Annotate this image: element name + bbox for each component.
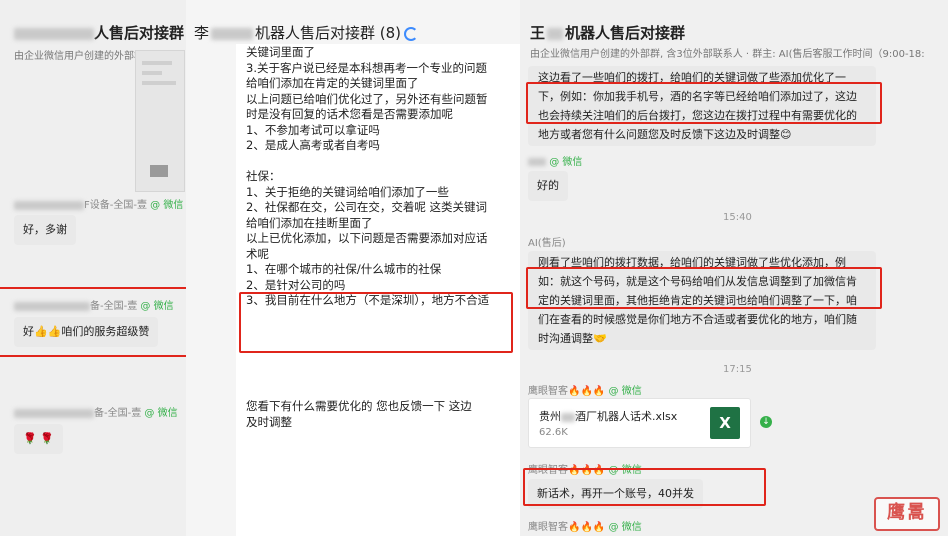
message-bubble: 好，多谢 [14,215,76,245]
download-icon[interactable]: ↓ [760,416,772,428]
middle-chat-panel: 李机器人售后对接群 (8) 关键词里面了 3.关于客户说已经是本科想再考一个专业… [186,0,520,536]
loading-icon [404,26,419,41]
message-bubble: 好👍👍咱们的服务超级赞 [14,317,159,347]
highlight-box [526,267,882,309]
left-chat-title: 人售后对接群 [14,22,184,43]
timestamp: 15:40 [723,212,752,223]
note-text: 关键词里面了 3.关于客户说已经是本科想再考一个专业的问题 给咱们添加在肯定的关… [246,45,490,307]
file-size: 62.6K [539,427,568,438]
right-chat-panel: 王机器人售后对接群 由企业微信用户创建的外部群, 含3位外部联系人 · 群主: … [520,0,948,536]
message-sender: AI(售后) [528,238,566,249]
right-chat-subtitle: 由企业微信用户创建的外部群, 含3位外部联系人 · 群主: AI(售后客服工作时… [530,49,925,60]
screenshot-thumbnail[interactable] [135,50,185,192]
message-bubble: 🌹 🌹 [14,424,63,454]
middle-chat-title: 李机器人售后对接群 (8) [194,22,419,43]
watermark-stamp: 鹰暠 [874,497,940,531]
message-sender: F设备-全国-壹 @ 微信 [14,196,183,211]
left-chat-panel: 人售后对接群 由企业微信用户创建的外部群, 含1位 F设备-全国-壹 @ 微信 … [0,0,186,536]
message-bubble: 好的 [528,171,568,201]
message-sender: 备-全国-壹 @ 微信 [14,297,174,312]
excel-icon: X [710,407,740,439]
file-name: 贵州 酒厂机器人话术.xlsx [539,410,678,423]
timestamp: 17:15 [723,364,752,375]
highlight-box [526,82,882,124]
message-sender: 鹰眼智客🔥🔥🔥 @ 微信 [528,522,642,533]
note-footer: 您看下有什么需要优化的 您也反馈一下 这边 及时调整 [246,399,472,429]
message-sender: @ 微信 [528,153,582,168]
highlight-box [523,468,766,506]
file-attachment[interactable]: 贵州 酒厂机器人话术.xlsx 62.6K X [528,398,751,448]
message-sender: 备-全国-壹 @ 微信 [14,404,178,419]
right-chat-title: 王机器人售后对接群 [530,24,686,42]
highlight-box [239,292,513,353]
message-sender: 鹰眼智客🔥🔥🔥 @ 微信 [528,386,642,397]
